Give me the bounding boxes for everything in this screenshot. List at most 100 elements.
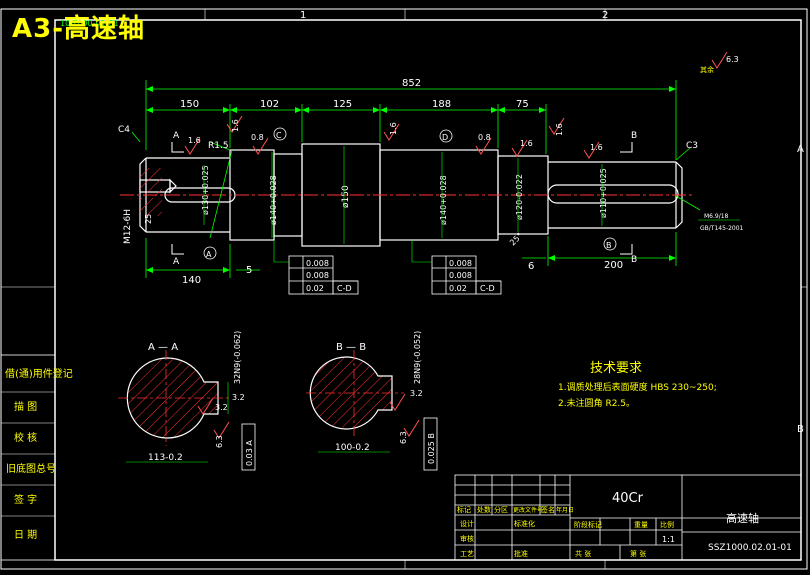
- section-bb-keyway: 28N9(-0.052): [413, 331, 422, 384]
- title-material: 40Cr: [612, 491, 644, 506]
- gdt-left-2: 0.008: [306, 271, 329, 280]
- roughness-5: 1.6: [520, 139, 533, 148]
- tb-label-10: 重量: [634, 521, 648, 529]
- dim-seg2: 102: [260, 99, 279, 110]
- tb-label-12: 审核: [460, 534, 474, 543]
- dia-5: ø120-0.022: [515, 174, 524, 220]
- title-scale: 1:1: [662, 535, 675, 544]
- thread-label: M12-6H: [123, 209, 133, 244]
- dim-seg4: 188: [432, 99, 451, 110]
- left-cell-6: 日 期: [14, 529, 37, 541]
- dim-seg3: 125: [333, 99, 352, 110]
- dimension-lines: [131, 80, 701, 278]
- roughness-other-label: 其余: [700, 65, 714, 74]
- section-bb-depth: 100-0.2: [335, 443, 370, 453]
- zone-top-2: 2: [602, 10, 608, 21]
- zone-side-b: B: [797, 424, 804, 435]
- dia-center: ø150: [341, 185, 351, 208]
- title-drawing-no: SSZ1000.02.01-01: [708, 543, 792, 553]
- tb-label-1: 标记: [457, 505, 471, 514]
- roughness-other: 6.3: [726, 55, 739, 64]
- section-aa-rough-1: 3.2: [232, 393, 245, 402]
- datum-d: D: [442, 133, 448, 142]
- small-dim: 25: [144, 214, 153, 224]
- dim-bottom3: 6: [528, 261, 534, 272]
- chamfer-right: C3: [686, 141, 698, 151]
- section-aa-rough-3: 6.3: [215, 435, 224, 448]
- tb-label-6: 年月日: [556, 506, 574, 514]
- tb-label-14: 批准: [514, 549, 528, 558]
- roughness-6: 1.6: [590, 143, 603, 152]
- gdt-right-2: 0.008: [449, 271, 472, 280]
- section-bb-title: B — B: [336, 342, 366, 353]
- inner-frame: [54, 19, 802, 561]
- dim-overall: 852: [402, 78, 421, 89]
- dia-4: ø140+0.028: [439, 175, 448, 225]
- engineering-drawing: 1 2 A B 借(通)用件登记 描 图 校 核 旧底图总号 签 字 日 期 8…: [0, 8, 808, 570]
- datum-a: A: [206, 250, 212, 259]
- roughness-4: 0.8: [478, 133, 491, 142]
- fillet-label: R1.5: [208, 141, 229, 151]
- section-aa-parallel: 0.03 A: [245, 440, 254, 466]
- dia-2: ø140+0.028: [269, 175, 278, 225]
- left-cell-2: 描 图: [14, 400, 37, 413]
- center-note-1: M6.9/18: [704, 213, 729, 220]
- dim-seg1: 150: [180, 99, 199, 110]
- dim-bottom4: 200: [604, 260, 623, 271]
- roughness-9: 1.6: [231, 119, 240, 132]
- tb-label-13: 工艺: [460, 550, 474, 558]
- left-cell-3: 校 核: [14, 431, 37, 444]
- section-mark-a-bottom: A: [173, 257, 180, 267]
- section-bb-parallel: 0.025 B: [427, 433, 436, 464]
- header-title: A3-高速轴: [12, 14, 146, 44]
- gdt-left-3: 0.02: [306, 284, 324, 293]
- tb-label-3: 分区: [494, 505, 508, 514]
- roughness-1: 1.6: [188, 136, 201, 145]
- gdt-right-1: 0.008: [449, 259, 472, 268]
- tb-label-9: 阶段标记: [574, 520, 602, 529]
- gdt-right-3: 0.02: [449, 284, 467, 293]
- dim-bottom2: 5: [246, 265, 252, 276]
- left-cell-5: 签 字: [14, 493, 37, 506]
- section-mark-b-top: B: [631, 131, 637, 141]
- outer-frame: [0, 8, 808, 570]
- tb-label-2: 处数: [477, 505, 491, 514]
- tech-req-item-2: 2.未注圆角 R2.5。: [558, 397, 635, 409]
- dim-bottom1: 140: [182, 275, 201, 286]
- center-note-2: GB/T145-2001: [700, 225, 744, 232]
- section-mark-b-bottom: B: [631, 255, 637, 265]
- gdt-right-ref: C-D: [480, 284, 495, 293]
- tb-label-8: 标准化: [514, 519, 535, 528]
- section-aa-keyway: 32N9(-0.062): [233, 331, 242, 384]
- tb-label-16: 第 张: [630, 549, 646, 558]
- tb-label-4: 更改文件号: [513, 506, 543, 514]
- title-part-name: 高速轴: [726, 511, 759, 525]
- roughness-3: 1.6: [389, 122, 398, 135]
- section-bb-rough-1: 3.2: [410, 389, 423, 398]
- gdt-left-1: 0.008: [306, 259, 329, 268]
- left-cell-1: 借(通)用件登记: [5, 367, 73, 380]
- datum-c: C: [276, 131, 282, 140]
- section-aa-depth: 113-0.2: [148, 453, 183, 463]
- tech-req-title: 技术要求: [590, 361, 642, 376]
- section-aa-title: A — A: [148, 342, 178, 353]
- datum-b: B: [606, 241, 612, 250]
- left-cell-4: 旧底图总号: [6, 462, 56, 475]
- roughness-2: 0.8: [251, 133, 264, 142]
- tech-req-item-1: 1.调质处理后表面硬度 HBS 230~250;: [558, 381, 717, 393]
- gdt-left-ref: C-D: [337, 284, 352, 293]
- section-aa-rough-2: 3.2: [215, 403, 228, 412]
- tb-label-7: 设计: [460, 519, 474, 528]
- dim-seg5: 75: [516, 99, 529, 110]
- chamfer-left: C4: [118, 125, 130, 135]
- section-mark-a-top: A: [173, 131, 180, 141]
- tb-label-5: 签名: [541, 505, 555, 514]
- zone-top-1: 1: [300, 10, 306, 21]
- tb-label-15: 共 张: [575, 549, 591, 558]
- dia-end1: ø130+0.025: [201, 165, 210, 215]
- dia-6: ø110+0.025: [599, 168, 608, 218]
- section-bb-rough-2: 6.3: [399, 431, 408, 444]
- roughness-10: 1.6: [555, 123, 564, 136]
- tb-label-11: 比例: [660, 520, 674, 529]
- zone-side-a: A: [797, 144, 804, 155]
